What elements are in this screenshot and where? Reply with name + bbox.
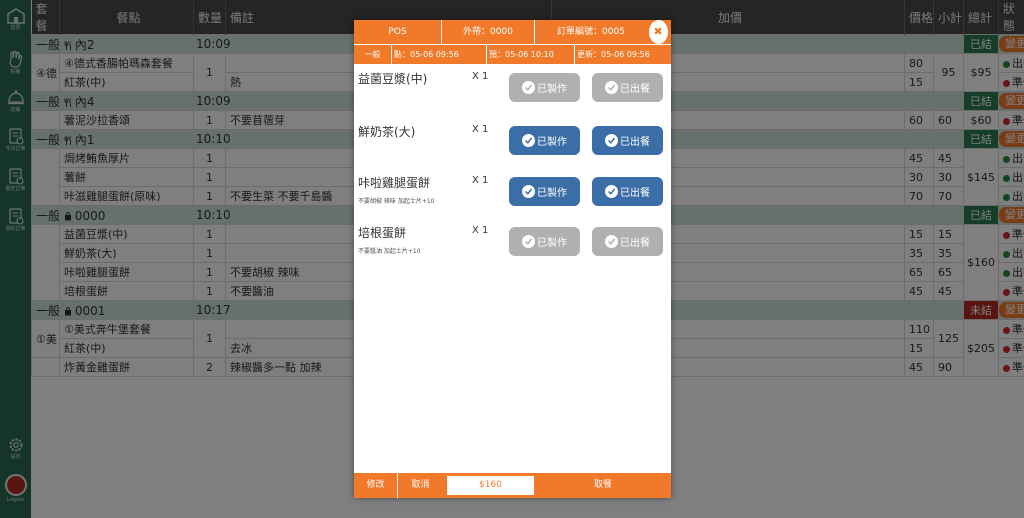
dialog-times: 一般 點：05-06 09:56 預：05-06 10:10 更新：05-06 … <box>354 44 671 64</box>
made-button[interactable]: 已製作 <box>509 73 580 102</box>
check-icon <box>522 235 535 248</box>
made-button[interactable]: 已製作 <box>509 126 580 155</box>
made-button[interactable]: 已製作 <box>509 227 580 256</box>
item-note: 不要胡椒 辣味 加起士片+10 <box>358 198 435 205</box>
order-total: $160 <box>446 475 535 496</box>
made-label: 已製作 <box>537 84 567 95</box>
item-quantity: X 1 <box>472 175 489 186</box>
served-label: 已出餐 <box>620 84 650 95</box>
check-icon <box>605 134 618 147</box>
cancel-button[interactable]: 取消 <box>398 473 443 498</box>
order-type: 一般 <box>354 45 392 64</box>
order-detail-dialog: POS 外帶：0000 訂單編號：0005 ✖ 一般 點：05-06 09:56… <box>354 20 671 498</box>
made-label: 已製作 <box>537 238 567 249</box>
item-quantity: X 1 <box>472 124 489 135</box>
served-button[interactable]: 已出餐 <box>592 227 663 256</box>
close-button[interactable]: ✖ <box>649 20 668 44</box>
served-button[interactable]: 已出餐 <box>592 126 663 155</box>
order-time: 點：05-06 09:56 <box>392 45 487 64</box>
edit-button[interactable]: 修改 <box>354 473 398 498</box>
pre-time: 預：05-06 10:10 <box>487 45 575 64</box>
item-quantity: X 1 <box>472 71 489 82</box>
served-label: 已出餐 <box>620 188 650 199</box>
made-label: 已製作 <box>537 188 567 199</box>
dialog-footer: 修改 取消 $160 取餐 <box>354 473 671 498</box>
dialog-header: POS 外帶：0000 訂單編號：0005 ✖ <box>354 20 671 44</box>
served-button[interactable]: 已出餐 <box>592 177 663 206</box>
made-button[interactable]: 已製作 <box>509 177 580 206</box>
served-label: 已出餐 <box>620 238 650 249</box>
takeout-number: 外帶：0000 <box>442 20 535 44</box>
made-label: 已製作 <box>537 137 567 148</box>
served-label: 已出餐 <box>620 137 650 148</box>
pickup-button[interactable]: 取餐 <box>535 473 671 498</box>
dialog-item: 鮮奶茶(大) X 1 已製作 已出餐 <box>354 121 671 167</box>
check-icon <box>605 81 618 94</box>
dialog-item: 益菌豆漿(中) X 1 已製作 已出餐 <box>354 68 671 114</box>
item-name: 培根蛋餅 <box>358 226 407 240</box>
check-icon <box>605 235 618 248</box>
item-name: 咔啦雞腿蛋餅 <box>358 176 431 190</box>
item-quantity: X 1 <box>472 225 489 236</box>
served-button[interactable]: 已出餐 <box>592 73 663 102</box>
check-icon <box>522 185 535 198</box>
item-note: 不要醬油 加起士片+10 <box>358 248 421 255</box>
dialog-item: 咔啦雞腿蛋餅不要胡椒 辣味 加起士片+10 X 1 已製作 已出餐 <box>354 172 671 218</box>
close-icon: ✖ <box>653 25 663 38</box>
item-name: 鮮奶茶(大) <box>358 125 416 139</box>
dialog-item: 培根蛋餅不要醬油 加起士片+10 X 1 已製作 已出餐 <box>354 222 671 268</box>
pos-label: POS <box>354 20 442 44</box>
check-icon <box>522 81 535 94</box>
update-time: 更新：05-06 09:56 <box>577 50 650 59</box>
item-name: 益菌豆漿(中) <box>358 72 428 86</box>
check-icon <box>522 134 535 147</box>
check-icon <box>605 185 618 198</box>
